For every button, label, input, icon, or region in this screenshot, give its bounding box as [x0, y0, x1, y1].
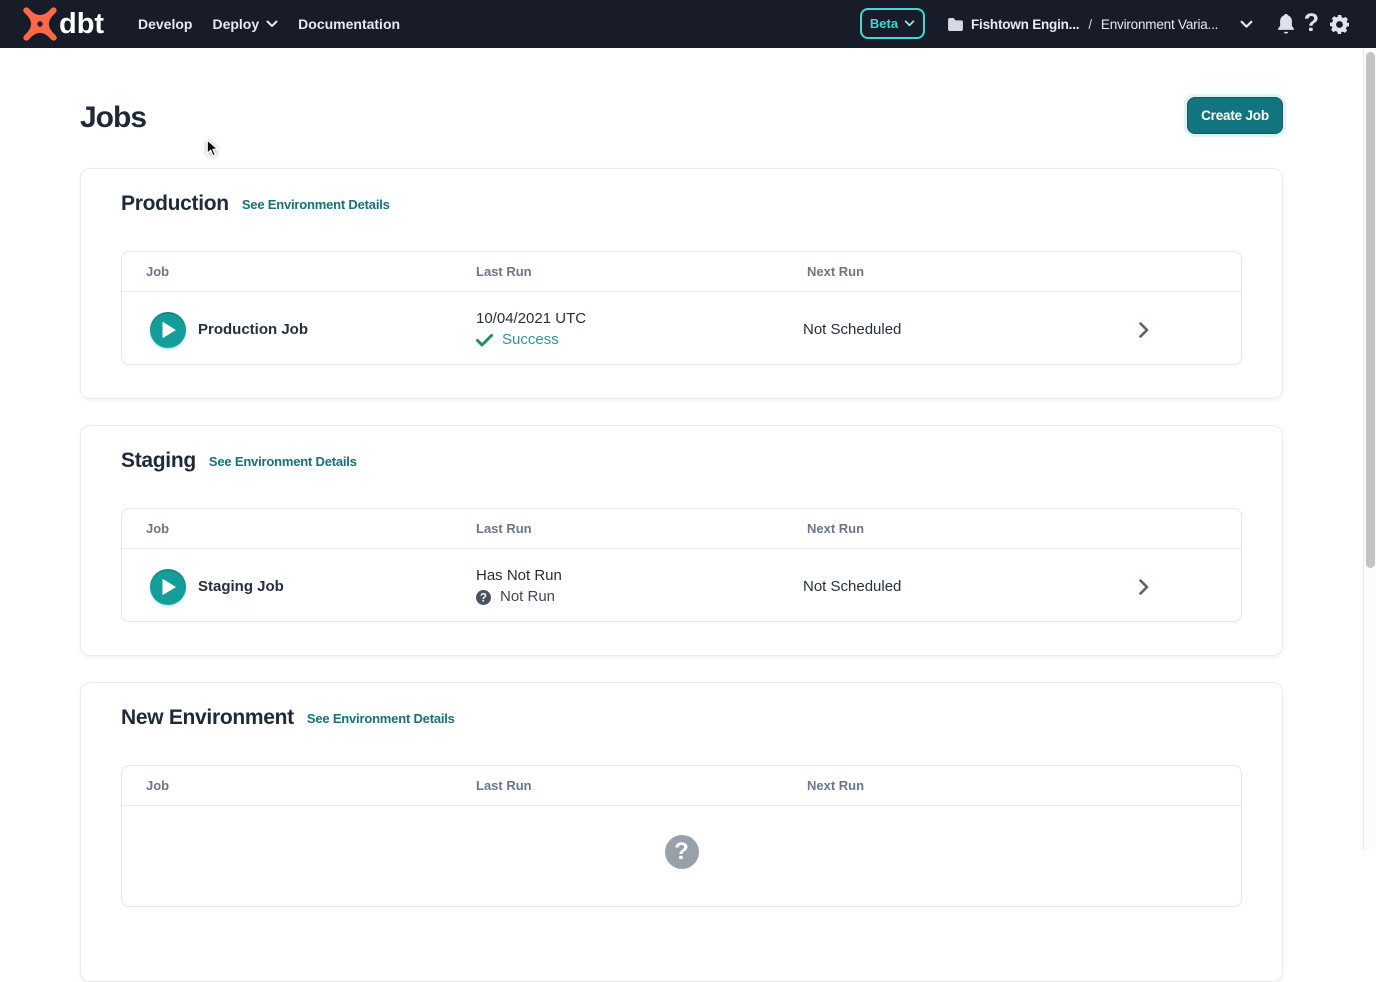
- svg-text:?: ?: [480, 591, 487, 604]
